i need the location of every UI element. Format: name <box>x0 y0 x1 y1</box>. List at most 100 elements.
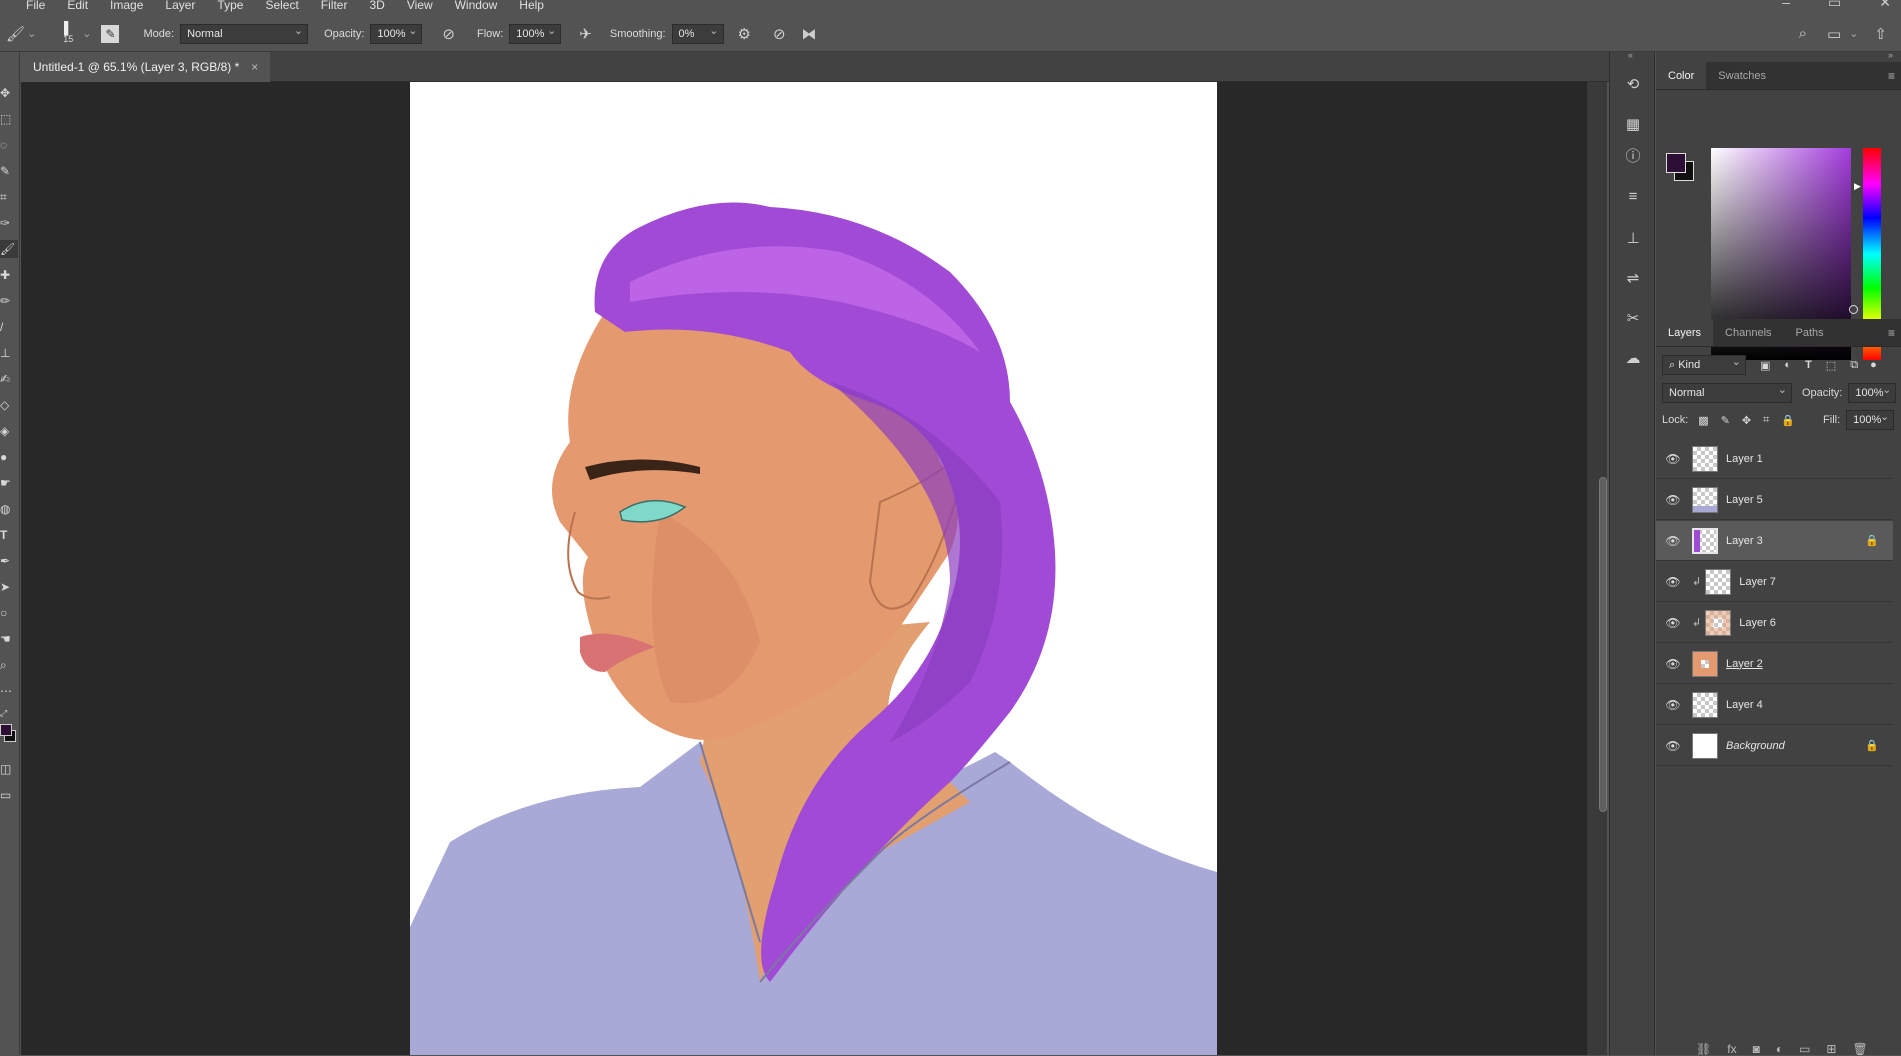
color-foreground-swatch[interactable] <box>1666 153 1686 173</box>
blur-tool-icon[interactable]: ● <box>0 448 18 466</box>
eyedropper-tool-icon[interactable]: ✑ <box>0 214 18 232</box>
lock-all-icon[interactable]: 🔒 <box>1781 414 1795 427</box>
foreground-color-swatch[interactable] <box>0 724 12 736</box>
info-icon[interactable]: ⓘ <box>1622 146 1644 168</box>
pressure-opacity-icon[interactable]: ⊘ <box>442 25 455 43</box>
pressure-size-icon[interactable]: ⊘ <box>773 25 786 43</box>
layer-row[interactable]: 👁 Layer 2 <box>1656 644 1893 684</box>
collapse-panels-icon[interactable]: « <box>1628 50 1633 60</box>
layers-panel-menu-icon[interactable]: ≡ <box>1888 326 1895 340</box>
minimize-icon[interactable]: – <box>1782 0 1790 11</box>
menu-3d[interactable]: 3D <box>369 0 384 13</box>
marquee-tool-icon[interactable]: ⬚ <box>0 110 18 128</box>
layer-kind-filter[interactable]: ⌕ Kind <box>1662 353 1746 375</box>
pen-tool-icon[interactable]: ✒ <box>0 552 18 570</box>
tab-paths[interactable]: Paths <box>1784 319 1836 346</box>
visibility-eye-icon[interactable]: 👁 <box>1660 739 1686 753</box>
layer-row[interactable]: 👁 ↲ Layer 7 <box>1656 562 1893 602</box>
delete-layer-icon[interactable]: 🗑 <box>1852 1042 1867 1056</box>
smoothing-settings-gear-icon[interactable]: ⚙ <box>738 25 751 43</box>
menu-help[interactable]: Help <box>519 0 544 13</box>
opacity-input[interactable]: 100% <box>370 22 423 44</box>
airbrush-icon[interactable]: ✈ <box>579 25 592 43</box>
color-field-picker[interactable] <box>1849 305 1858 314</box>
brush-alt-tool-icon[interactable]: / <box>0 318 18 336</box>
visibility-eye-icon[interactable]: 👁 <box>1660 534 1686 548</box>
tools-panel-icon[interactable]: ✂ <box>1622 308 1644 330</box>
layer-row[interactable]: 👁 Background 🔒 <box>1656 726 1893 766</box>
artboard-canvas[interactable] <box>410 82 1217 1055</box>
layer-effects-icon[interactable]: fx <box>1727 1042 1736 1056</box>
tab-swatches[interactable]: Swatches <box>1706 62 1778 89</box>
share-icon[interactable]: ⇧ <box>1874 25 1887 43</box>
eraser-tool-icon[interactable]: ◇ <box>0 396 18 414</box>
link-layers-icon[interactable]: ⛓ <box>1696 1042 1711 1056</box>
document-tab-close-icon[interactable]: × <box>251 52 258 82</box>
new-layer-icon[interactable]: ⊞ <box>1826 1042 1836 1056</box>
menu-edit[interactable]: Edit <box>67 0 88 13</box>
layer-row[interactable]: 👁 ↲ Layer 6 <box>1656 603 1893 643</box>
tab-color[interactable]: Color <box>1656 62 1707 89</box>
menu-image[interactable]: Image <box>110 0 143 13</box>
lasso-tool-icon[interactable]: ◌ <box>0 136 18 154</box>
bucket-tool-icon[interactable]: ◈ <box>0 422 18 440</box>
tool-preset-chevron-icon[interactable]: ⌄ <box>27 27 36 40</box>
symmetry-butterfly-icon[interactable]: ⧓ <box>802 25 817 43</box>
menu-layer[interactable]: Layer <box>165 0 195 13</box>
mode-dropdown[interactable]: Normal <box>180 22 309 44</box>
menu-filter[interactable]: Filter <box>321 0 348 13</box>
menu-select[interactable]: Select <box>265 0 298 13</box>
adjustments-icon[interactable]: ⇌ <box>1622 268 1644 290</box>
lock-position-icon[interactable]: ✥ <box>1742 414 1751 427</box>
brush-size-picker[interactable]: ▌ 15 <box>54 22 82 45</box>
visibility-eye-icon[interactable]: 👁 <box>1660 575 1686 589</box>
flow-input[interactable]: 100% <box>509 22 562 44</box>
hand-tool-icon[interactable]: ☚ <box>0 630 18 648</box>
filter-type-icon[interactable]: T <box>1805 359 1812 371</box>
smudge-tool-icon[interactable]: ☛ <box>0 474 18 492</box>
layer-blend-mode-dropdown[interactable]: Normal <box>1662 381 1792 403</box>
path-select-tool-icon[interactable]: ➤ <box>0 578 18 596</box>
quick-select-tool-icon[interactable]: ✎ <box>0 162 18 180</box>
color-panel-menu-icon[interactable]: ≡ <box>1888 69 1895 83</box>
channels-icon[interactable]: ▦ <box>1622 114 1644 136</box>
fill-input[interactable]: 100% <box>1846 408 1895 430</box>
brush-tool-icon[interactable]: 🖌 <box>6 25 25 43</box>
adjustment-layer-icon[interactable]: ◐ <box>1776 1042 1783 1056</box>
smoothing-input[interactable]: 0% <box>671 22 724 44</box>
filter-shape-icon[interactable]: ⬚ <box>1826 359 1836 372</box>
layer-row[interactable]: 👁 Layer 1 <box>1656 439 1893 479</box>
document-tab[interactable]: Untitled-1 @ 65.1% (Layer 3, RGB/8) * × <box>21 52 271 82</box>
canvas-vertical-scrollbar[interactable] <box>1587 82 1607 1055</box>
close-icon[interactable]: ✕ <box>1879 0 1891 11</box>
swap-colors-icon[interactable]: ⤢ <box>0 704 18 722</box>
visibility-eye-icon[interactable]: 👁 <box>1660 657 1686 671</box>
type-tool-icon[interactable]: T <box>0 526 18 544</box>
brush-settings-panel-icon[interactable]: ≡ <box>1622 186 1644 208</box>
libraries-icon[interactable]: ☁ <box>1622 348 1644 370</box>
stamp-tool-icon[interactable]: ⊥ <box>0 344 18 362</box>
healing-brush-tool-icon[interactable]: ✚ <box>0 266 18 284</box>
history-icon[interactable]: ⟲ <box>1622 74 1644 96</box>
filter-pixel-icon[interactable]: ▣ <box>1760 359 1770 372</box>
workspace-icon[interactable]: ▭ <box>1827 25 1841 43</box>
brush-picker-chevron-icon[interactable]: ⌄ <box>82 27 91 40</box>
tab-channels[interactable]: Channels <box>1713 319 1783 346</box>
crop-tool-icon[interactable]: ⌗ <box>0 188 18 206</box>
filter-toggle-icon[interactable]: ● <box>1870 359 1877 371</box>
screen-mode-icon[interactable]: ▭ <box>0 786 18 804</box>
visibility-eye-icon[interactable]: 👁 <box>1660 616 1686 630</box>
quick-mask-icon[interactable]: ◫ <box>0 760 18 778</box>
workspace-chevron-icon[interactable]: ⌄ <box>1849 27 1858 40</box>
pencil-tool-icon[interactable]: ✏ <box>0 292 18 310</box>
menu-window[interactable]: Window <box>455 0 498 13</box>
filter-adjustment-icon[interactable]: ◐ <box>1784 359 1791 371</box>
history-brush-tool-icon[interactable]: ✍ <box>0 370 18 388</box>
brush-tool-active-icon[interactable]: 🖌 <box>0 240 18 258</box>
scrollbar-thumb[interactable] <box>1599 477 1607 812</box>
maximize-icon[interactable]: ▭ <box>1828 0 1841 11</box>
ellipse-tool-icon[interactable]: ○ <box>0 604 18 622</box>
search-icon[interactable]: ⌕ <box>1799 25 1807 42</box>
clone-source-icon[interactable]: ⊥ <box>1622 228 1644 250</box>
new-group-icon[interactable]: ▭ <box>1799 1042 1810 1056</box>
